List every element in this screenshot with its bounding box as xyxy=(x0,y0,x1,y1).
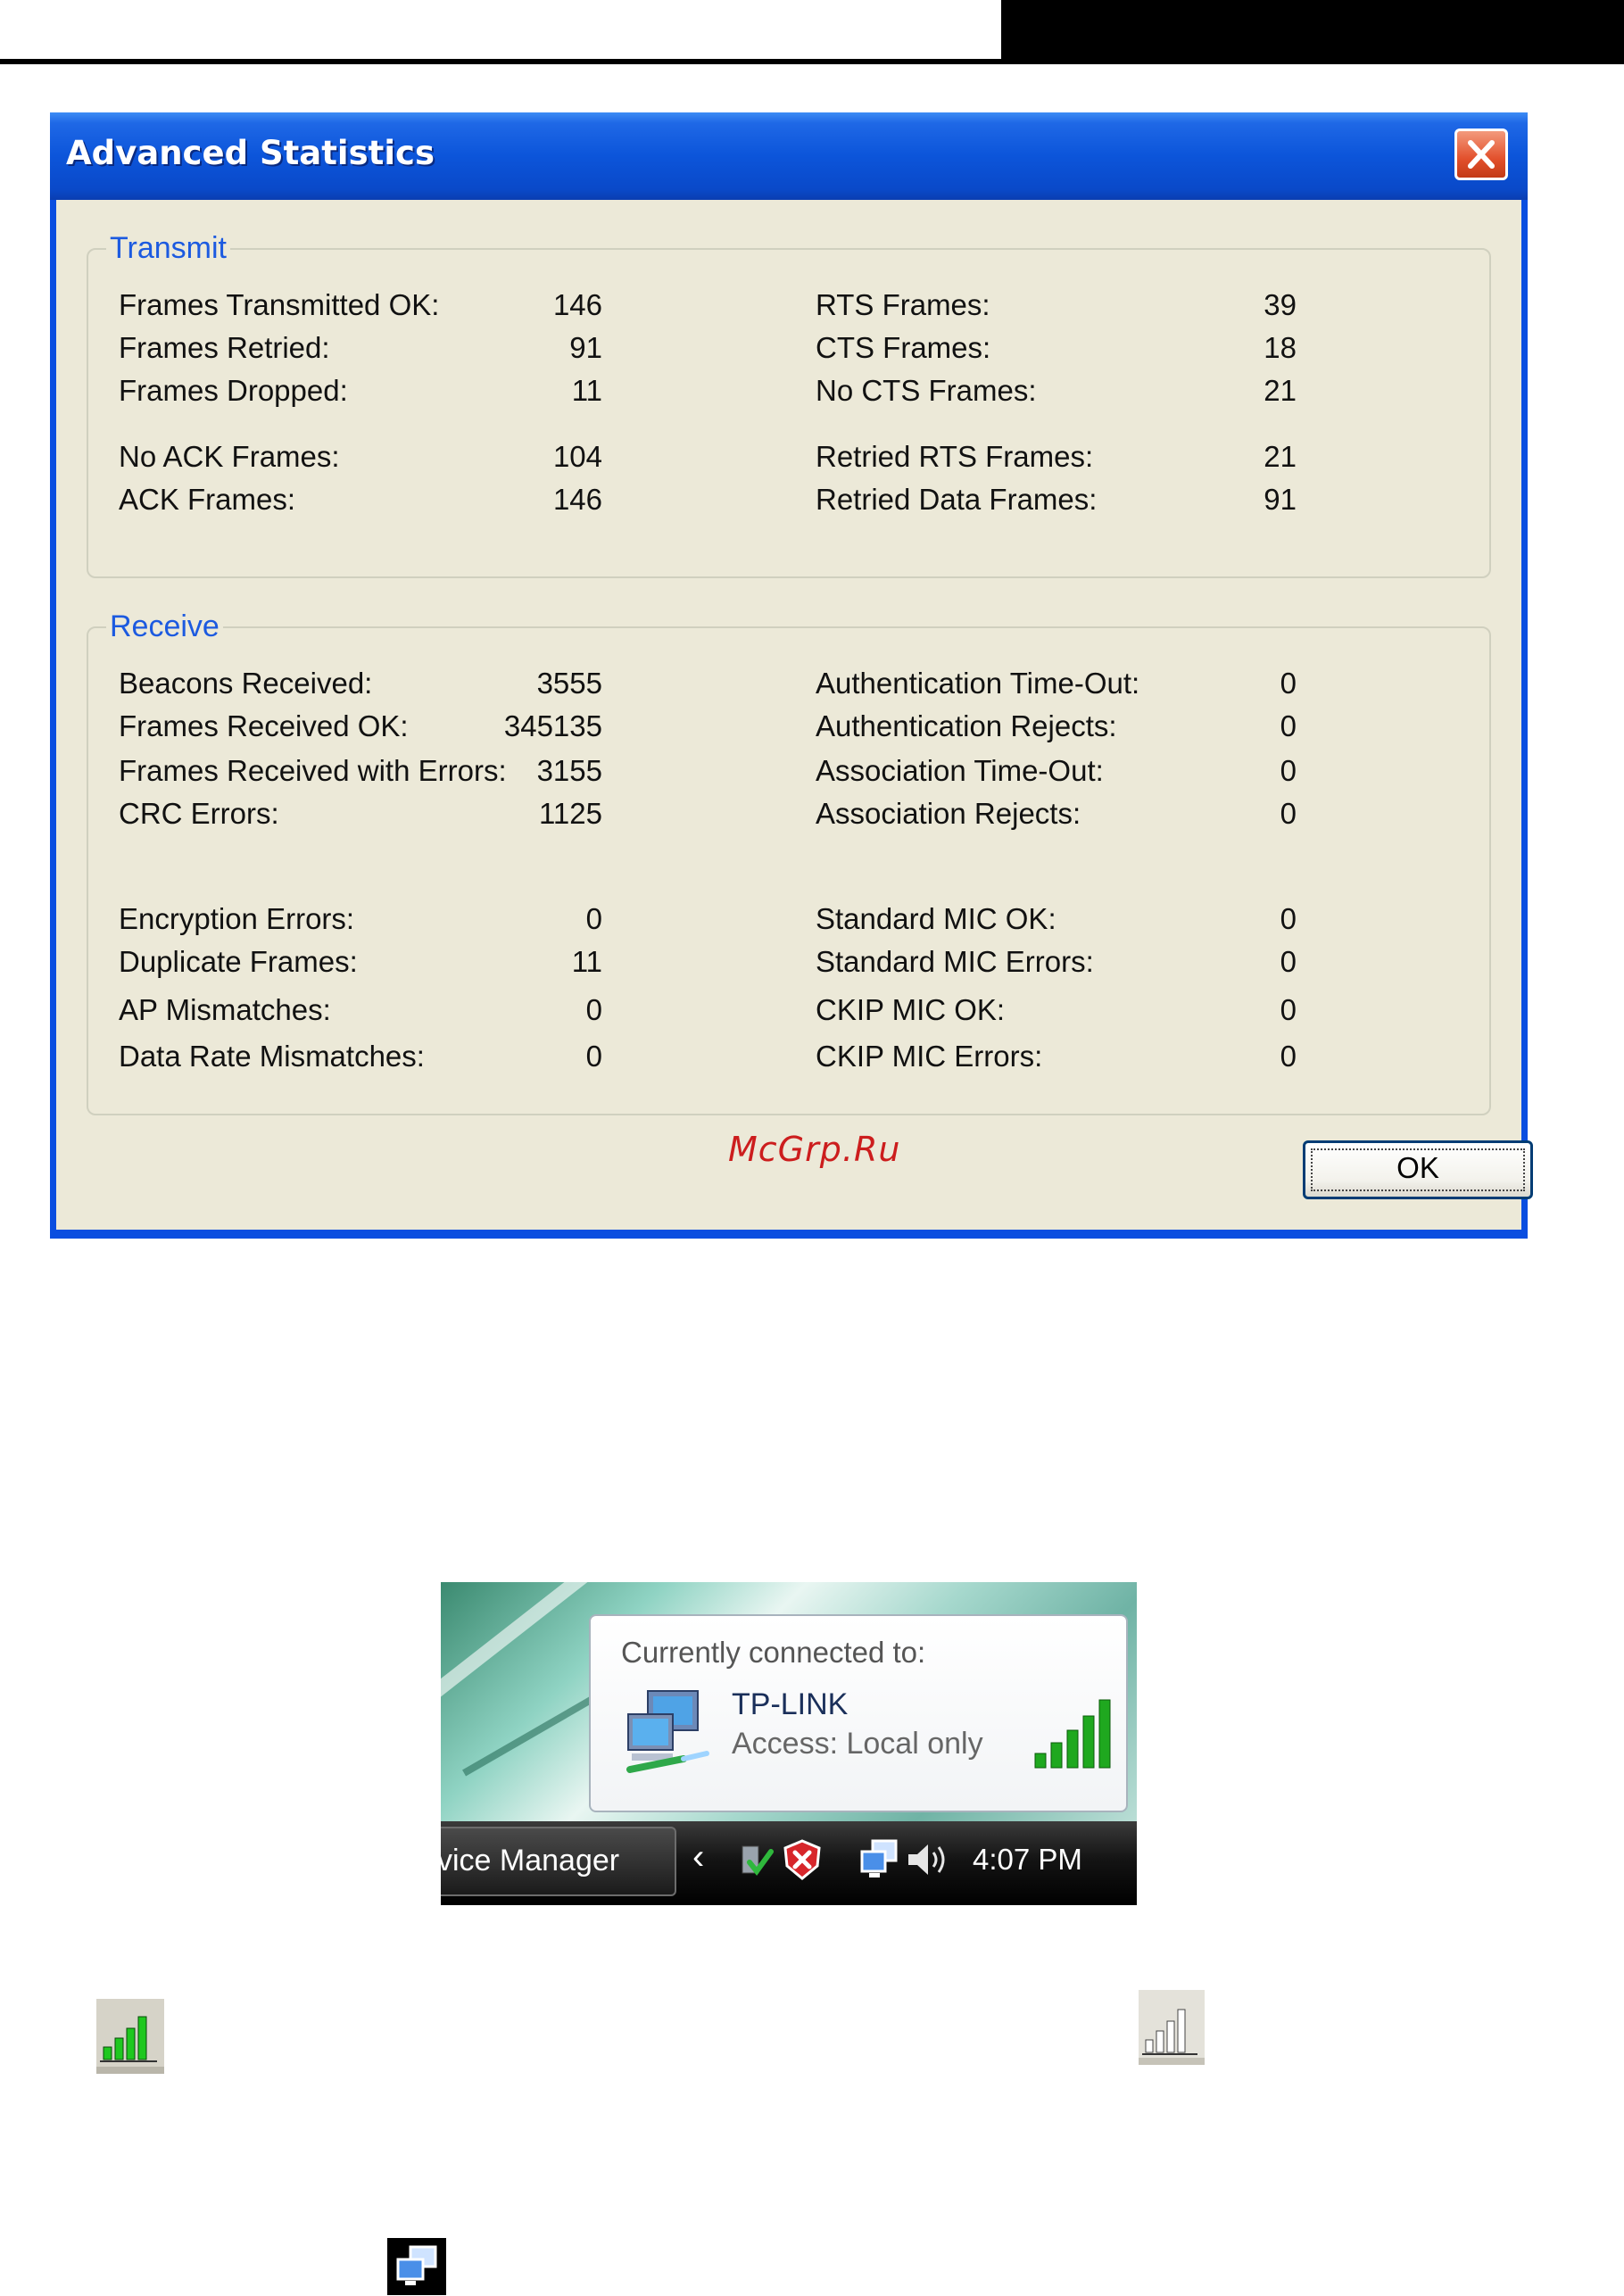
stat-label: Duplicate Frames: xyxy=(119,945,358,978)
stat-value: 0 xyxy=(1280,797,1297,830)
stat-label: No ACK Frames: xyxy=(119,440,340,473)
close-button[interactable] xyxy=(1454,128,1508,180)
stat-label: Encryption Errors: xyxy=(119,902,355,935)
speaker-icon[interactable] xyxy=(905,1839,949,1880)
dialog-title: Advanced Statistics xyxy=(66,134,435,172)
page-header-block xyxy=(1001,0,1624,64)
network-monitor-icon[interactable] xyxy=(858,1839,899,1880)
stat-value: 1125 xyxy=(539,797,602,830)
vista-tray-screenshot: Currently connected to: TP-LINK Access: … xyxy=(441,1582,1137,1905)
balloon-heading: Currently connected to: xyxy=(621,1636,926,1669)
network-computers-icon xyxy=(626,1690,709,1773)
stat-value: 104 xyxy=(552,440,602,473)
stat-value: 21 xyxy=(1264,440,1297,473)
stat-label: CKIP MIC Errors: xyxy=(816,1040,1043,1073)
advanced-statistics-dialog: Advanced Statistics Transmit Frames Tran… xyxy=(50,112,1533,1239)
receive-group-label: Receive xyxy=(106,609,223,644)
stat-label: Association Rejects: xyxy=(816,797,1081,830)
network-access-status: Access: Local only xyxy=(732,1727,983,1761)
stat-value: 0 xyxy=(1280,709,1297,742)
ok-button-label: OK xyxy=(1396,1151,1439,1184)
connection-balloon: Currently connected to: TP-LINK Access: … xyxy=(589,1614,1128,1812)
stat-label: CTS Frames: xyxy=(816,331,991,364)
stat-label: Retried RTS Frames: xyxy=(816,440,1094,473)
taskbar-button-device-manager[interactable]: vice Manager xyxy=(441,1827,676,1896)
stat-label: Frames Received OK: xyxy=(119,709,409,742)
stat-label: AP Mismatches: xyxy=(119,993,331,1026)
stat-value: 18 xyxy=(1264,331,1297,364)
network-monitor-icon xyxy=(387,2238,446,2295)
stat-value: 345135 xyxy=(503,709,602,742)
safely-remove-hardware-icon[interactable] xyxy=(735,1839,775,1880)
stat-value: 0 xyxy=(1280,754,1297,787)
stat-label: Authentication Time-Out: xyxy=(816,667,1140,700)
stat-label: CRC Errors: xyxy=(119,797,279,830)
stat-value: 0 xyxy=(1280,667,1297,700)
page-header-rule xyxy=(0,59,1001,64)
network-name: TP-LINK xyxy=(732,1687,849,1721)
stat-value: 0 xyxy=(1280,945,1297,978)
stat-label: CKIP MIC OK: xyxy=(816,993,1006,1026)
stat-value: 0 xyxy=(1280,993,1297,1026)
show-hidden-icons-chevron-icon[interactable]: ‹ xyxy=(692,1837,704,1877)
stat-value: 91 xyxy=(1264,483,1297,516)
watermark: McGrp.Ru xyxy=(728,1130,901,1169)
stat-label: Beacons Received: xyxy=(119,667,373,700)
stat-value: 0 xyxy=(1280,1040,1297,1073)
system-clock[interactable]: 4:07 PM xyxy=(973,1843,1082,1877)
stat-label: Association Time-Out: xyxy=(816,754,1104,787)
close-icon xyxy=(1468,140,1495,169)
stat-value: 0 xyxy=(585,1040,602,1073)
stat-value: 0 xyxy=(1280,902,1297,935)
stat-label: Frames Transmitted OK: xyxy=(119,288,440,321)
dialog-titlebar[interactable]: Advanced Statistics xyxy=(50,112,1528,200)
stat-value: 11 xyxy=(571,945,602,978)
signal-strength-icon xyxy=(1034,1699,1111,1769)
stat-value: 3555 xyxy=(536,667,602,700)
stat-value: 11 xyxy=(571,374,602,407)
signal-strength-icon xyxy=(96,1999,164,2074)
signal-strength-icon xyxy=(1139,1990,1205,2065)
stat-label: Data Rate Mismatches: xyxy=(119,1040,425,1073)
transmit-group-label: Transmit xyxy=(106,230,230,266)
ok-button[interactable]: OK xyxy=(1303,1140,1533,1199)
stat-value: 39 xyxy=(1264,288,1297,321)
stat-label: Frames Retried: xyxy=(119,331,330,364)
stat-label: Frames Dropped: xyxy=(119,374,348,407)
stat-value: 21 xyxy=(1264,374,1297,407)
stat-label: Retried Data Frames: xyxy=(816,483,1098,516)
stat-value: 0 xyxy=(585,902,602,935)
dialog-client-area: Transmit Frames Transmitted OK: 146 Frames… xyxy=(56,200,1521,1230)
stat-label: Standard MIC Errors: xyxy=(816,945,1094,978)
security-alert-icon[interactable] xyxy=(782,1839,823,1880)
stat-label: No CTS Frames: xyxy=(816,374,1037,407)
stat-value: 3155 xyxy=(536,754,602,787)
stat-value: 91 xyxy=(569,331,602,364)
stat-label: Authentication Rejects: xyxy=(816,709,1117,742)
stat-label: Standard MIC OK: xyxy=(816,902,1056,935)
stat-value: 146 xyxy=(552,288,602,321)
taskbar: vice Manager ‹ 4:07 PM xyxy=(441,1821,1137,1905)
stat-label: ACK Frames: xyxy=(119,483,296,516)
stat-value: 0 xyxy=(585,993,602,1026)
stat-label: RTS Frames: xyxy=(816,288,990,321)
stat-value: 146 xyxy=(552,483,602,516)
